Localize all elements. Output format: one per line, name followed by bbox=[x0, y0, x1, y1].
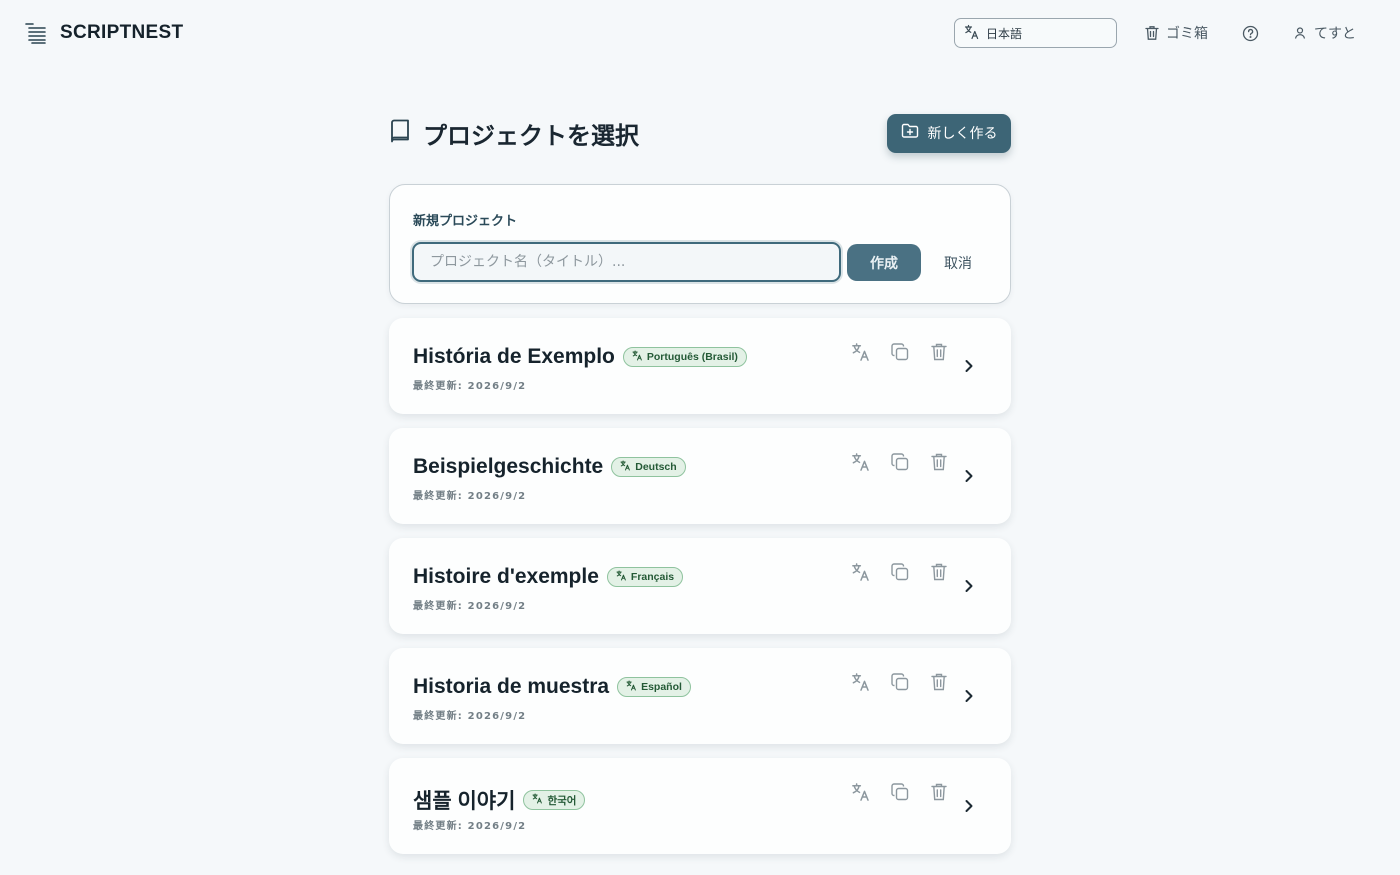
copy-icon[interactable] bbox=[890, 562, 910, 582]
language-badge: Deutsch bbox=[611, 457, 686, 477]
user-icon bbox=[1293, 26, 1307, 40]
translate-icon[interactable] bbox=[851, 342, 871, 362]
project-actions bbox=[851, 342, 949, 362]
chevron-right-icon[interactable] bbox=[962, 468, 976, 484]
new-project-form: 新規プロジェクト 作成 取消 bbox=[389, 184, 1011, 304]
create-new-button[interactable]: 新しく作る bbox=[887, 113, 1011, 153]
app-name: SCRIPTNEST bbox=[60, 22, 184, 43]
language-badge-label: Español bbox=[641, 681, 682, 693]
trash-icon[interactable] bbox=[929, 782, 949, 802]
language-select-value: 日本語 bbox=[986, 26, 1023, 41]
project-title-row: Beispielgeschichte Deutsch bbox=[413, 455, 686, 479]
project-updated: 最終更新: 2026/9/2 bbox=[413, 381, 527, 392]
project-card[interactable]: História de Exemplo Português (Brasil) 最… bbox=[389, 318, 1011, 414]
language-badge: 한국어 bbox=[523, 790, 586, 810]
language-badge-label: Português (Brasil) bbox=[646, 351, 738, 363]
project-updated: 最終更新: 2026/9/2 bbox=[413, 711, 527, 722]
copy-icon[interactable] bbox=[890, 672, 910, 692]
project-actions bbox=[851, 452, 949, 472]
page-title: プロジェクトを選択 bbox=[423, 121, 639, 150]
help-circle-icon bbox=[1242, 25, 1259, 42]
project-title-row: Historia de muestra Español bbox=[413, 675, 691, 699]
translate-icon[interactable] bbox=[851, 672, 871, 692]
project-card[interactable]: Histoire d'exemple Français 最終更新: 2026/9… bbox=[389, 538, 1011, 634]
language-badge-label: Français bbox=[630, 571, 675, 583]
project-card[interactable]: Historia de muestra Español 最終更新: 2026/9… bbox=[389, 648, 1011, 744]
chevron-right-icon[interactable] bbox=[962, 578, 976, 594]
cancel-button[interactable]: 取消 bbox=[934, 244, 982, 281]
project-title: Beispielgeschichte bbox=[413, 455, 604, 478]
page-title-group: プロジェクトを選択 bbox=[389, 116, 639, 151]
trash-icon[interactable] bbox=[929, 342, 949, 362]
app-header: SCRIPTNEST 日本語 ゴミ箱 てすと bbox=[0, 0, 1400, 66]
language-badge-label: Deutsch bbox=[635, 461, 677, 473]
chevron-right-icon[interactable] bbox=[962, 688, 976, 704]
copy-icon[interactable] bbox=[890, 342, 910, 362]
folder-plus-icon bbox=[901, 123, 919, 143]
new-project-label: 新規プロジェクト bbox=[413, 214, 518, 229]
translate-icon bbox=[620, 460, 631, 474]
header-actions: 日本語 ゴミ箱 てすと bbox=[954, 18, 1362, 48]
project-title-row: História de Exemplo Português (Brasil) bbox=[413, 345, 747, 369]
translate-icon[interactable] bbox=[851, 562, 871, 582]
trash-label: ゴミ箱 bbox=[1166, 26, 1208, 42]
user-name: てすと bbox=[1314, 26, 1356, 42]
project-title: 샘플 이야기 bbox=[413, 790, 516, 813]
language-badge: Español bbox=[617, 677, 691, 697]
translate-icon[interactable] bbox=[851, 452, 871, 472]
trash-icon[interactable] bbox=[929, 452, 949, 472]
trash-icon bbox=[1145, 25, 1159, 41]
book-icon bbox=[389, 119, 411, 147]
language-badge: Português (Brasil) bbox=[622, 347, 747, 367]
language-badge-label: 한국어 bbox=[547, 794, 577, 807]
project-title: Histoire d'exemple bbox=[413, 565, 599, 588]
create-button[interactable]: 作成 bbox=[847, 244, 921, 281]
copy-icon[interactable] bbox=[890, 452, 910, 472]
project-title: História de Exemplo bbox=[413, 345, 615, 368]
project-title: Historia de muestra bbox=[413, 675, 610, 698]
trash-icon[interactable] bbox=[929, 562, 949, 582]
create-new-label: 新しく作る bbox=[927, 126, 998, 142]
language-select[interactable]: 日本語 bbox=[954, 18, 1117, 48]
project-title-row: 샘플 이야기 한국어 bbox=[413, 785, 586, 815]
trash-button[interactable]: ゴミ箱 bbox=[1139, 19, 1214, 47]
translate-icon[interactable] bbox=[851, 782, 871, 802]
page-heading: プロジェクトを選択 新しく作る bbox=[389, 113, 1011, 153]
help-button[interactable] bbox=[1236, 21, 1265, 46]
chevron-right-icon[interactable] bbox=[962, 358, 976, 374]
language-badge: Français bbox=[606, 567, 684, 587]
project-actions bbox=[851, 782, 949, 802]
project-card[interactable]: 샘플 이야기 한국어 最終更新: 2026/9/2 bbox=[389, 758, 1011, 854]
translate-icon bbox=[964, 24, 980, 43]
chevron-right-icon[interactable] bbox=[962, 798, 976, 814]
brand[interactable]: SCRIPTNEST bbox=[24, 21, 183, 45]
logo-icon bbox=[24, 21, 48, 45]
project-card[interactable]: Beispielgeschichte Deutsch 最終更新: 2026/9/… bbox=[389, 428, 1011, 524]
translate-icon bbox=[616, 570, 627, 584]
project-actions bbox=[851, 672, 949, 692]
trash-icon[interactable] bbox=[929, 672, 949, 692]
translate-icon bbox=[632, 350, 643, 364]
project-title-row: Histoire d'exemple Français bbox=[413, 565, 684, 589]
copy-icon[interactable] bbox=[890, 782, 910, 802]
project-name-input[interactable] bbox=[412, 242, 841, 282]
project-updated: 最終更新: 2026/9/2 bbox=[413, 601, 527, 612]
translate-icon bbox=[532, 793, 543, 807]
project-updated: 最終更新: 2026/9/2 bbox=[413, 491, 527, 502]
user-menu[interactable]: てすと bbox=[1287, 19, 1362, 47]
translate-icon bbox=[626, 680, 637, 694]
project-updated: 最終更新: 2026/9/2 bbox=[413, 821, 527, 832]
project-actions bbox=[851, 562, 949, 582]
